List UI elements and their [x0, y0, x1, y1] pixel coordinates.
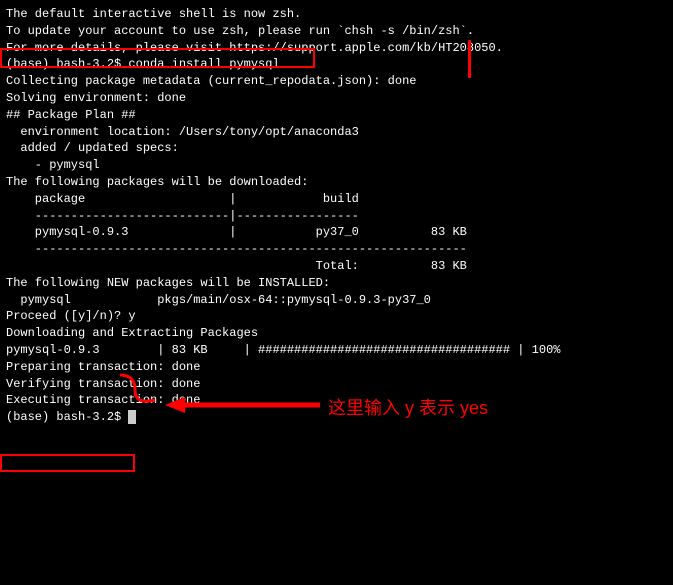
annotation-highlight-package: [0, 454, 135, 472]
cursor[interactable]: [128, 410, 136, 424]
transaction-line: Verifying transaction: done: [6, 376, 667, 393]
prompt-prefix: (base) bash-3.2$: [6, 57, 128, 71]
output-line: Collecting package metadata (current_rep…: [6, 73, 667, 90]
install-header: The following NEW packages will be INSTA…: [6, 275, 667, 292]
table-row: pymysql-0.9.3 | py37_0 83 KB: [6, 224, 667, 241]
prompt-line[interactable]: (base) bash-3.2$: [6, 409, 667, 426]
terminal-output[interactable]: The default interactive shell is now zsh…: [6, 6, 667, 426]
table-divider: ----------------------------------------…: [6, 241, 667, 258]
spec-item: - pymysql: [6, 157, 667, 174]
proceed-prompt: Proceed ([y]/n)? y: [6, 308, 667, 325]
env-location: environment location: /Users/tony/opt/an…: [6, 124, 667, 141]
table-divider: ---------------------------|------------…: [6, 208, 667, 225]
shell-notice-line: For more details, please visit https://s…: [6, 40, 667, 57]
shell-notice-line: The default interactive shell is now zsh…: [6, 6, 667, 23]
package-plan-header: ## Package Plan ##: [6, 107, 667, 124]
table-total: Total: 83 KB: [6, 258, 667, 275]
transaction-line: Executing transaction: done: [6, 392, 667, 409]
proceed-label: Proceed ([y]/n)?: [6, 309, 128, 323]
proceed-input[interactable]: y: [128, 309, 135, 323]
entered-command: conda install pymysql: [128, 57, 279, 71]
prompt-prefix: (base) bash-3.2$: [6, 410, 128, 424]
prompt-line: (base) bash-3.2$ conda install pymysql: [6, 56, 667, 73]
specs-header: added / updated specs:: [6, 140, 667, 157]
shell-notice-line: To update your account to use zsh, pleas…: [6, 23, 667, 40]
download-extract-header: Downloading and Extracting Packages: [6, 325, 667, 342]
transaction-line: Preparing transaction: done: [6, 359, 667, 376]
output-line: Solving environment: done: [6, 90, 667, 107]
progress-line: pymysql-0.9.3 | 83 KB | ################…: [6, 342, 667, 359]
install-item: pymysql pkgs/main/osx-64::pymysql-0.9.3-…: [6, 292, 667, 309]
download-header: The following packages will be downloade…: [6, 174, 667, 191]
table-header: package | build: [6, 191, 667, 208]
